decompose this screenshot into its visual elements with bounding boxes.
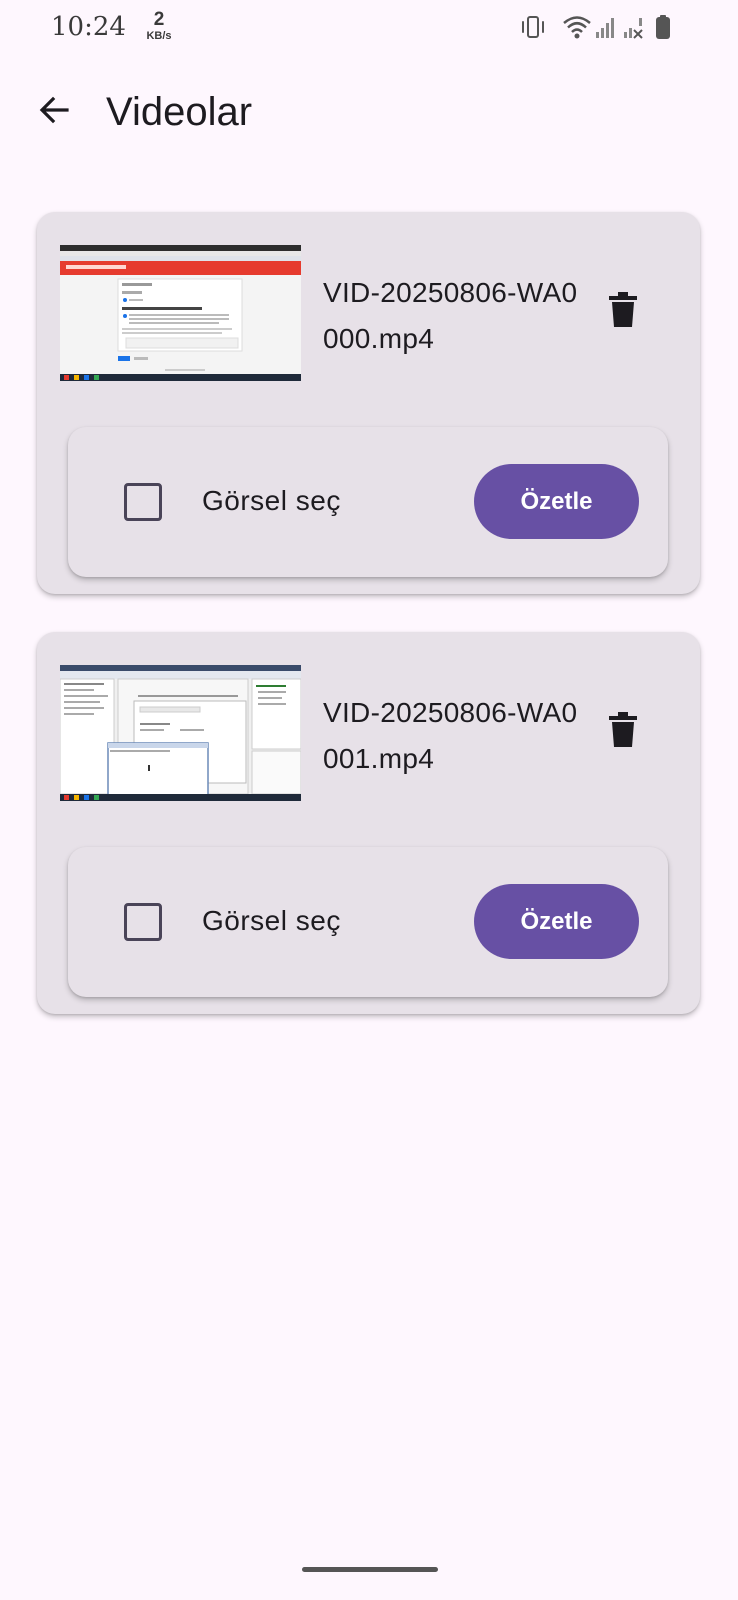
video-card: VID-20250806-WA0001.mp4 Görsel seç Özetl… (37, 632, 700, 1014)
network-speed: 2 KB/s (142, 9, 176, 43)
delete-button[interactable] (597, 706, 649, 758)
status-bar: 10:24 2 KB/s (0, 0, 738, 56)
video-thumbnail[interactable] (60, 245, 301, 381)
back-button[interactable] (28, 86, 80, 138)
trash-icon (607, 291, 639, 334)
trash-icon (607, 711, 639, 754)
image-select-checkbox[interactable] (124, 483, 162, 521)
top-app-bar: Videolar (0, 72, 738, 156)
home-indicator[interactable] (302, 1567, 438, 1572)
signal-icon (594, 14, 616, 45)
status-time: 10:24 (51, 12, 126, 42)
delete-button[interactable] (597, 286, 649, 338)
battery-icon (654, 14, 672, 45)
vibrate-icon (520, 14, 546, 45)
arrow-back-icon (37, 93, 71, 132)
summarize-button[interactable]: Özetle (474, 464, 639, 539)
video-file-name: VID-20250806-WA0001.mp4 (323, 697, 578, 774)
summarize-button[interactable]: Özetle (474, 884, 639, 959)
wifi-icon (562, 14, 592, 45)
video-thumbnail[interactable] (60, 665, 301, 801)
image-select-checkbox[interactable] (124, 903, 162, 941)
action-panel: Görsel seç Özetle (68, 427, 668, 577)
signal-no-service-icon (622, 14, 646, 45)
action-panel: Görsel seç Özetle (68, 847, 668, 997)
image-select-label: Görsel seç (202, 485, 341, 516)
network-speed-unit: KB/s (146, 30, 172, 42)
video-card: VID-20250806-WA0000.mp4 Görsel seç Özetl… (37, 212, 700, 594)
page-title: Videolar (106, 90, 253, 134)
image-select-label: Görsel seç (202, 905, 341, 936)
network-speed-value: 2 (153, 9, 165, 30)
video-file-name: VID-20250806-WA0000.mp4 (323, 277, 578, 354)
